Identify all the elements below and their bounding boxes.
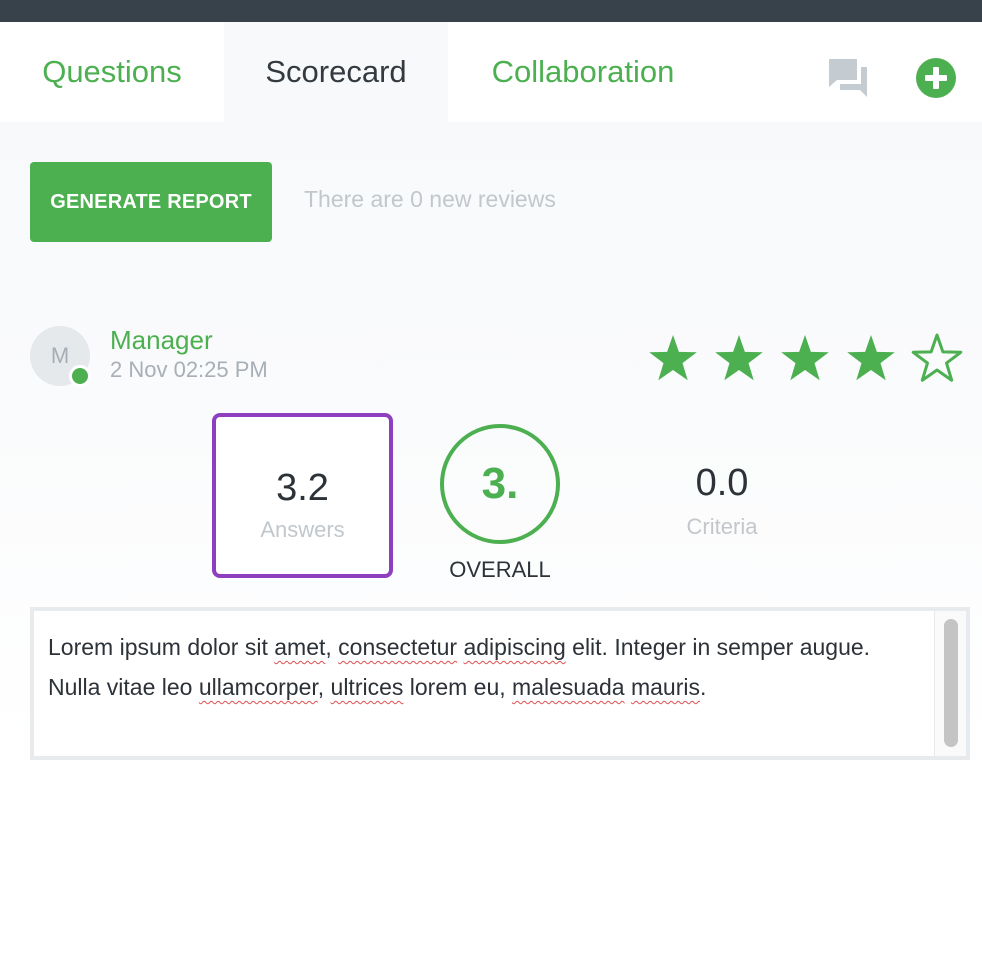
criteria-score-card[interactable]: 0.0 Criteria xyxy=(632,462,812,552)
star-filled-icon[interactable] xyxy=(646,332,700,386)
review-comment-textarea[interactable]: Lorem ipsum dolor sit amet, consectetur … xyxy=(30,607,970,760)
star-filled-icon[interactable] xyxy=(844,332,898,386)
tab-scorecard[interactable]: Scorecard xyxy=(224,22,448,122)
generate-report-button[interactable]: GENERATE REPORT xyxy=(30,162,272,242)
star-filled-icon[interactable] xyxy=(712,332,766,386)
online-status-dot xyxy=(69,365,91,387)
tab-collaboration[interactable]: Collaboration xyxy=(448,22,718,122)
answers-score: 3.2 xyxy=(276,467,329,509)
star-filled-icon[interactable] xyxy=(778,332,832,386)
review-date: 2 Nov 02:25 PM xyxy=(110,357,268,382)
plus-circle-icon[interactable] xyxy=(916,58,956,98)
criteria-label: Criteria xyxy=(686,514,758,539)
reviewer-name: Manager xyxy=(110,325,213,355)
top-bar xyxy=(0,0,982,22)
comment-scrollbar[interactable] xyxy=(934,611,966,756)
star-rating xyxy=(646,332,976,386)
answers-score-card[interactable]: 3.2 Answers xyxy=(212,413,393,578)
criteria-score: 0.0 xyxy=(695,462,749,504)
overall-label: OVERALL xyxy=(449,557,551,582)
star-outline-icon[interactable] xyxy=(910,332,964,386)
chat-bubbles-icon[interactable] xyxy=(826,56,870,100)
overall-score-ring[interactable]: 3. xyxy=(440,424,560,544)
overall-score: 3. xyxy=(481,459,519,508)
answers-label: Answers xyxy=(260,517,345,542)
new-reviews-note: There are 0 new reviews xyxy=(304,186,556,212)
scrollbar-thumb[interactable] xyxy=(944,619,958,747)
review-comment-text: Lorem ipsum dolor sit amet, consectetur … xyxy=(48,634,871,700)
tab-questions[interactable]: Questions xyxy=(0,22,224,122)
